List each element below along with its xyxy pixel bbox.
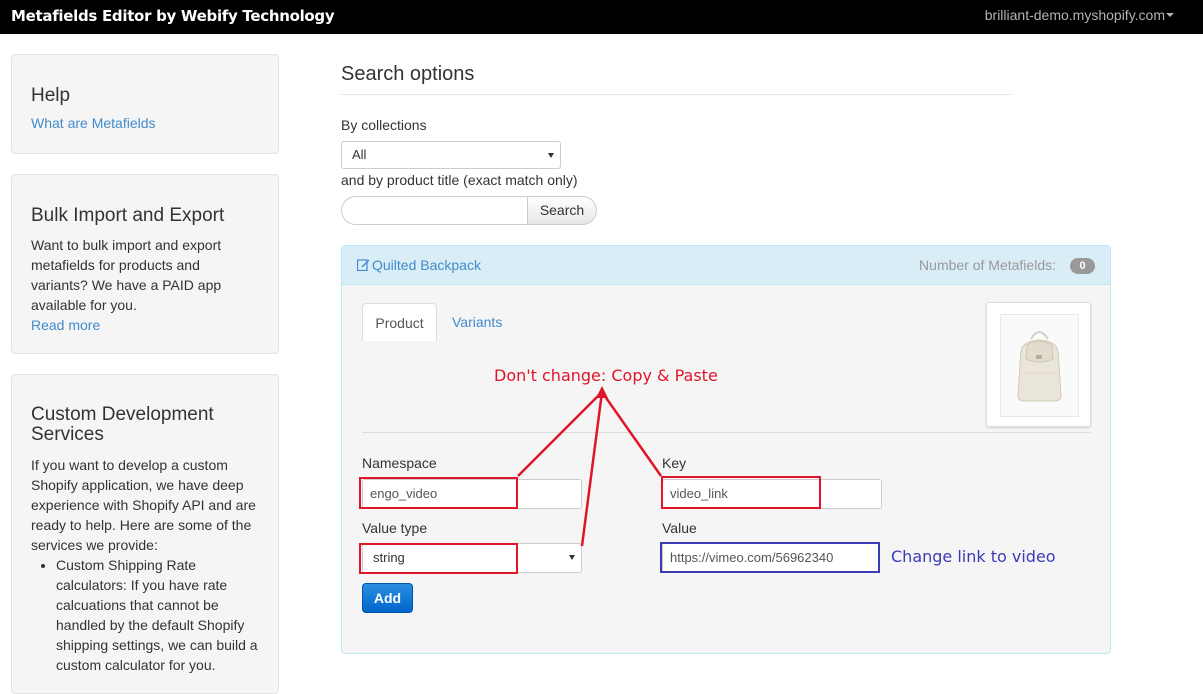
annotation-arrows [517, 386, 663, 547]
copy-paste-note: Don't change: Copy & Paste [494, 366, 718, 385]
change-link-note: Change link to video [891, 547, 1056, 566]
